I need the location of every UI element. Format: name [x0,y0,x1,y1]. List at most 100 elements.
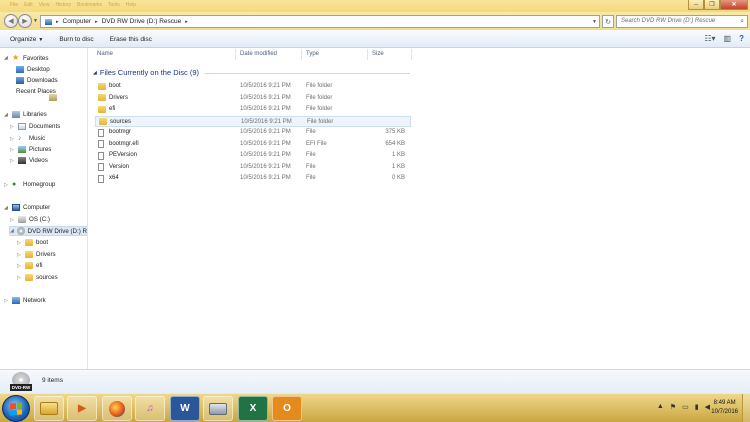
show-desktop-button[interactable] [742,394,750,422]
nav-homegroup[interactable]: ▷ ● Homegroup [4,181,55,188]
nav-network[interactable]: ▷ Network [4,297,46,304]
flag-icon[interactable]: ⚑ [670,403,676,411]
erase-disc-button[interactable]: Erase this disc [110,36,152,43]
file-row-version[interactable]: Version 10/5/2016 9:21 PM File 1 KB [95,162,411,174]
expander-icon[interactable]: ◢ [4,112,9,118]
breadcrumb-separator[interactable]: ▸ [185,19,188,25]
expander-icon[interactable]: ▷ [10,158,15,164]
nav-desktop[interactable]: Desktop [16,66,50,73]
file-row-bootmgr-efi[interactable]: bootmgr.efi 10/5/2016 9:21 PM EFI File 6… [95,139,411,151]
file-row-boot[interactable]: boot 10/5/2016 9:21 PM File folder [95,81,411,93]
recent-pages-icon[interactable]: ▼ [33,18,38,24]
expander-icon[interactable]: ◢ [10,228,14,234]
restore-button[interactable]: ❐ [704,0,720,10]
nav-recent-places[interactable]: Recent Places [16,88,57,101]
refresh-icon[interactable]: ↻ [602,15,614,28]
expander-icon[interactable]: ▷ [17,263,22,269]
navigation-pane: ◢ ★ Favorites Desktop Downloads Recent P… [0,48,88,369]
nav-subfolder-sources[interactable]: ▷ sources [17,274,58,281]
column-divider[interactable] [367,49,368,60]
menu-history[interactable]: History [55,2,71,8]
breadcrumb-dvd-drive[interactable]: DVD RW Drive (D:) Rescue [102,18,182,25]
show-hidden-icons-icon[interactable]: ▲ [657,403,664,411]
nav-pictures[interactable]: ▷ Pictures [10,146,51,153]
taskbar-word-icon[interactable]: W [170,396,200,421]
expander-icon[interactable]: ▷ [10,136,15,142]
nav-dvd-drive[interactable]: ◢ DVD RW Drive (D:) R [9,226,87,236]
breadcrumb-separator[interactable]: ▸ [95,19,98,25]
taskbar-outlook-icon[interactable]: O [272,396,302,421]
forward-button[interactable]: ▶ [18,14,32,28]
menu-edit[interactable]: Edit [24,2,33,8]
back-button[interactable]: ◀ [4,14,18,28]
file-row-drivers[interactable]: Drivers 10/5/2016 9:21 PM File folder [95,93,411,105]
expander-icon[interactable]: ◢ [4,55,9,61]
expander-icon[interactable]: ▷ [4,182,9,188]
organize-button[interactable]: Organize ▼ [10,36,43,43]
nav-subfolder-boot[interactable]: ▷ boot [17,239,48,246]
expander-icon[interactable]: ▷ [17,275,22,281]
search-input[interactable]: Search DVD RW Drive (D:) Rescue ⌕ [616,15,748,28]
minimize-button[interactable]: – [688,0,704,10]
taskbar-excel-icon[interactable]: X [238,396,268,421]
expander-icon[interactable]: ▷ [4,298,9,304]
file-row-efi[interactable]: efi 10/5/2016 9:21 PM File folder [95,104,411,116]
burn-to-disc-button[interactable]: Burn to disc [59,36,93,43]
breadcrumb-separator[interactable]: ▸ [56,19,59,25]
menu-help[interactable]: Help [126,2,136,8]
display-icon[interactable]: ▭ [682,403,689,411]
column-divider[interactable] [235,49,236,60]
taskbar-network-tool-icon[interactable] [203,396,233,421]
dvd-drive-icon [17,227,25,235]
column-header-size[interactable]: Size [372,51,384,57]
group-header[interactable]: ◢ Files Currently on the Disc (9) [93,68,199,77]
column-header-date[interactable]: Date modified [240,51,277,57]
nav-os-drive[interactable]: ▷ OS (C:) [10,216,50,223]
taskbar-itunes-icon[interactable]: ♫ [135,396,165,421]
nav-subfolder-efi[interactable]: ▷ efi [17,262,43,269]
menu-tools[interactable]: Tools [108,2,120,8]
volume-icon[interactable]: ◀ [705,403,710,411]
address-bar[interactable]: ▸ Computer ▸ DVD RW Drive (D:) Rescue ▸ … [40,15,600,28]
help-icon[interactable]: ? [739,34,744,43]
expander-icon[interactable]: ▷ [17,252,22,258]
menu-view[interactable]: View [39,2,50,8]
preview-pane-icon[interactable]: ▥ [724,34,732,43]
clock[interactable]: 8:49 AM 10/7/2016 [711,399,738,417]
column-header-name[interactable]: Name [97,51,113,57]
column-header-type[interactable]: Type [306,51,319,57]
file-row-peversion[interactable]: PEVersion 10/5/2016 9:21 PM File 1 KB [95,150,411,162]
expander-icon[interactable]: ▷ [10,147,15,153]
taskbar-explorer-icon[interactable] [34,396,64,421]
nav-subfolder-drivers[interactable]: ▷ Drivers [17,251,56,258]
change-view-icon[interactable]: ☷▾ [704,34,715,43]
expander-icon[interactable]: ▷ [10,124,15,130]
nav-favorites[interactable]: ◢ ★ Favorites [4,54,48,62]
nav-label: Network [23,297,46,304]
nav-videos[interactable]: ▷ Videos [10,157,48,164]
nav-computer[interactable]: ◢ Computer [4,204,50,211]
file-row-sources[interactable]: sources 10/5/2016 9:21 PM File folder [95,115,411,127]
menu-bookmarks[interactable]: Bookmarks [77,2,102,8]
nav-downloads[interactable]: Downloads [16,77,58,84]
start-button[interactable] [2,395,30,422]
address-dropdown-icon[interactable]: ▼ [592,19,597,25]
column-divider[interactable] [301,49,302,60]
column-divider[interactable] [411,49,412,60]
expander-icon[interactable]: ▷ [10,217,15,223]
expander-icon[interactable]: ▷ [17,240,22,246]
breadcrumb-computer[interactable]: Computer [63,18,92,25]
file-row-x64[interactable]: x64 10/5/2016 9:21 PM File 0 KB [95,173,411,185]
file-row-bootmgr[interactable]: bootmgr 10/5/2016 9:21 PM File 375 KB [95,127,411,139]
expander-icon[interactable]: ◢ [4,205,9,211]
menu-file[interactable]: File [10,2,18,8]
taskbar-firefox-icon[interactable] [102,396,132,421]
nav-libraries[interactable]: ◢ Libraries [4,111,47,118]
close-button[interactable]: ✕ [720,0,748,10]
search-icon[interactable]: ⌕ [740,18,744,26]
nav-music[interactable]: ▷ ♪ Music [10,135,45,142]
collapse-group-icon[interactable]: ◢ [93,70,97,76]
network-tray-icon[interactable]: ▮ [695,403,699,411]
nav-documents[interactable]: ▷ Documents [10,123,60,130]
taskbar-media-player-icon[interactable]: ▶ [67,396,97,421]
